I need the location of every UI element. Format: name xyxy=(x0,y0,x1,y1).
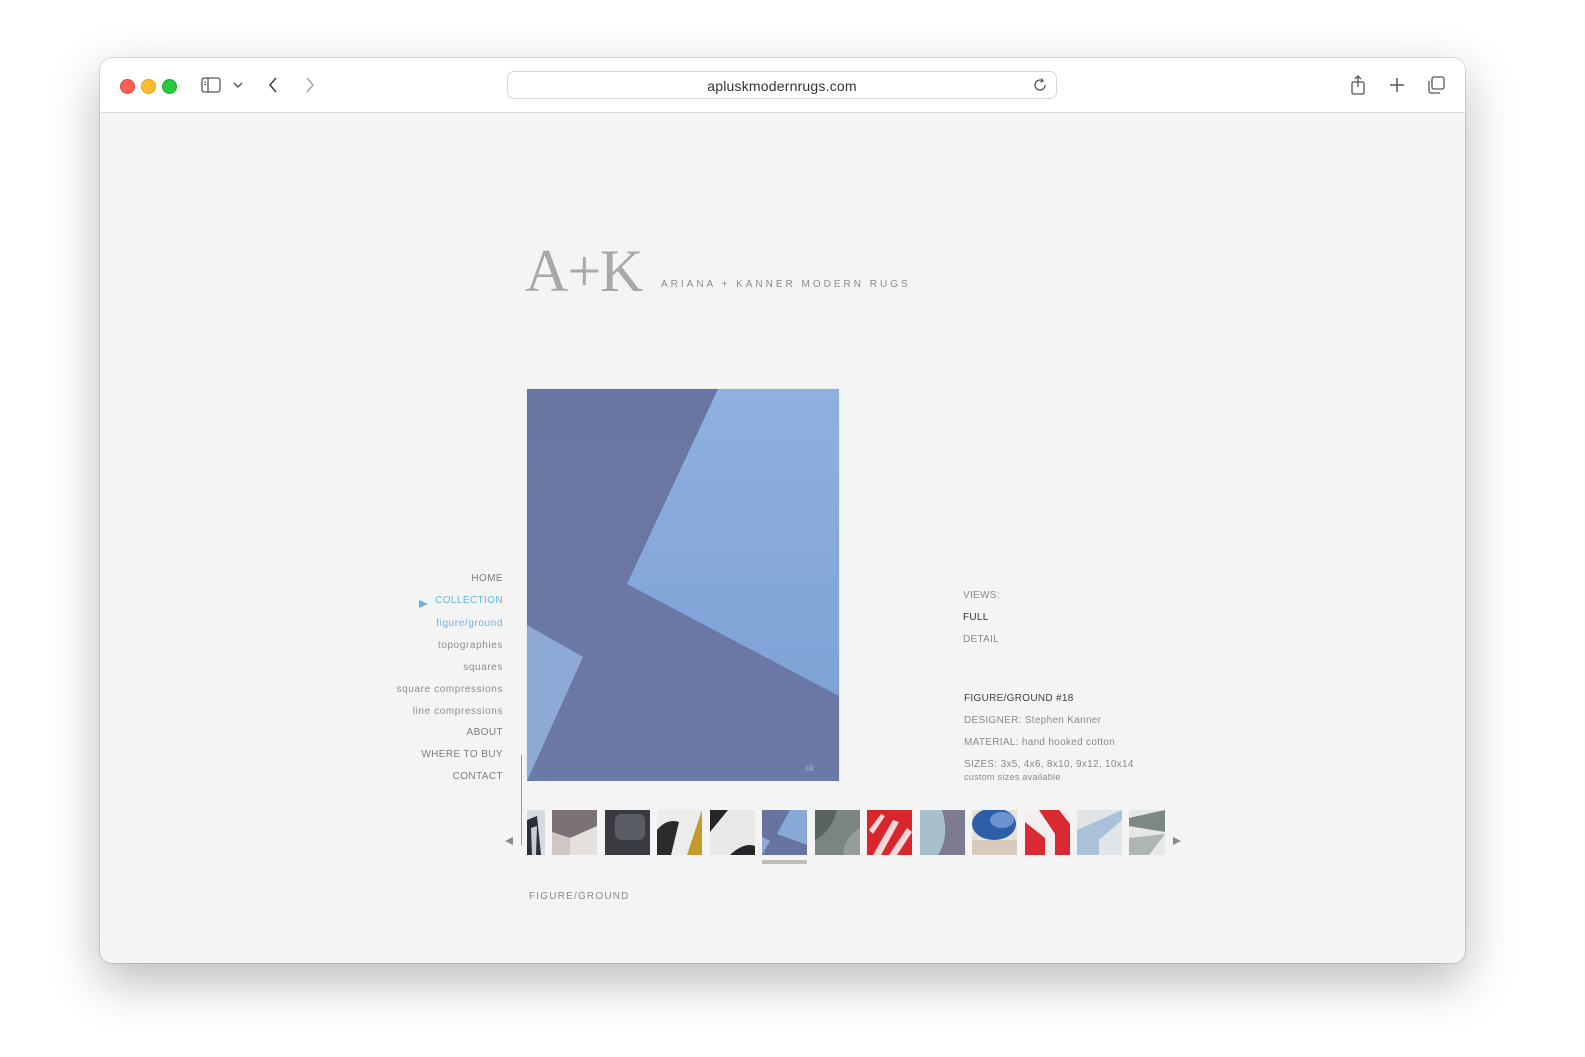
thumbnail-3[interactable] xyxy=(605,810,650,855)
nav-sub-figure-ground[interactable]: figure/ground xyxy=(436,618,503,629)
strip-divider xyxy=(521,755,522,845)
designer-value: Stephen Kanner xyxy=(1024,715,1102,726)
thumbnail-5[interactable] xyxy=(710,810,755,855)
thumbs-next-icon[interactable] xyxy=(1173,837,1181,845)
product-sizes: SIZES: 3x5, 4x6, 8x10, 9x12, 10x14 xyxy=(964,759,1134,770)
play-arrow-icon xyxy=(419,600,428,608)
nav-sub-topographies[interactable]: topographies xyxy=(438,640,503,651)
nav-collection[interactable]: COLLECTION xyxy=(435,595,503,606)
page-content: A+K ARIANA + KANNER MODERN RUGS sk HOME xyxy=(100,113,1465,963)
close-window-button[interactable] xyxy=(120,79,135,94)
thumbnail-11[interactable] xyxy=(1025,810,1070,855)
thumbnail-6-selected[interactable] xyxy=(762,810,807,855)
view-full-link[interactable]: FULL xyxy=(963,612,989,623)
browser-toolbar: apluskmodernrugs.com xyxy=(100,58,1465,113)
material-value: hand hooked cotton xyxy=(1021,737,1116,748)
share-icon[interactable] xyxy=(1348,73,1368,97)
forward-icon[interactable] xyxy=(302,73,318,97)
nav-sub-squares[interactable]: squares xyxy=(463,662,503,673)
thumbnail-13[interactable] xyxy=(1129,810,1165,855)
sizes-label: SIZES: xyxy=(964,759,998,770)
sidebar-toggle-icon[interactable] xyxy=(200,73,222,97)
designer-label: DESIGNER: xyxy=(964,715,1022,726)
reload-icon[interactable] xyxy=(1032,77,1048,98)
nav-about[interactable]: ABOUT xyxy=(467,727,503,738)
rug-image[interactable]: sk xyxy=(527,389,839,781)
browser-window: apluskmodernrugs.com A+K ARIANA + KANNER… xyxy=(100,58,1465,963)
thumbnail-1[interactable] xyxy=(527,810,545,855)
sizes-value: 3x5, 4x6, 8x10, 9x12, 10x14 xyxy=(1000,759,1134,770)
tab-overview-icon[interactable] xyxy=(1425,73,1447,97)
nav-contact[interactable]: CONTACT xyxy=(453,771,503,782)
chevron-down-icon[interactable] xyxy=(231,73,245,97)
nav-collection-row[interactable]: COLLECTION xyxy=(413,595,503,609)
new-tab-icon[interactable] xyxy=(1387,73,1407,97)
logo-mark[interactable]: A+K xyxy=(525,241,643,301)
minimize-window-button[interactable] xyxy=(141,79,156,94)
nav-sub-line-compressions[interactable]: line compressions xyxy=(413,706,503,717)
thumbnail-2[interactable] xyxy=(552,810,597,855)
nav-home[interactable]: HOME xyxy=(471,573,503,584)
selected-thumbnail-indicator xyxy=(762,860,807,864)
thumbnail-8[interactable] xyxy=(867,810,912,855)
product-designer: DESIGNER: Stephen Kanner xyxy=(964,715,1101,726)
thumbnail-10[interactable] xyxy=(972,810,1017,855)
views-label: VIEWS: xyxy=(963,590,1000,601)
nav-sub-square-compressions[interactable]: square compressions xyxy=(397,684,503,695)
collection-label: FIGURE/GROUND xyxy=(529,891,630,902)
thumbnail-12[interactable] xyxy=(1077,810,1122,855)
nav-where-to-buy[interactable]: WHERE TO BUY xyxy=(421,749,503,760)
address-bar[interactable]: apluskmodernrugs.com xyxy=(507,71,1057,99)
thumbs-prev-icon[interactable] xyxy=(505,837,513,845)
material-label: MATERIAL: xyxy=(964,737,1019,748)
product-material: MATERIAL: hand hooked cotton xyxy=(964,737,1115,748)
view-detail-link[interactable]: DETAIL xyxy=(963,634,999,645)
url-text: apluskmodernrugs.com xyxy=(707,78,857,94)
rug-signature: sk xyxy=(805,762,815,774)
back-icon[interactable] xyxy=(265,73,281,97)
logo-tagline: ARIANA + KANNER MODERN RUGS xyxy=(661,279,911,290)
thumbnail-7[interactable] xyxy=(815,810,860,855)
thumbnail-4[interactable] xyxy=(657,810,702,855)
thumbnail-9[interactable] xyxy=(920,810,965,855)
custom-size-note: custom sizes available xyxy=(964,772,1061,782)
zoom-window-button[interactable] xyxy=(162,79,177,94)
product-title: FIGURE/GROUND #18 xyxy=(964,693,1074,704)
